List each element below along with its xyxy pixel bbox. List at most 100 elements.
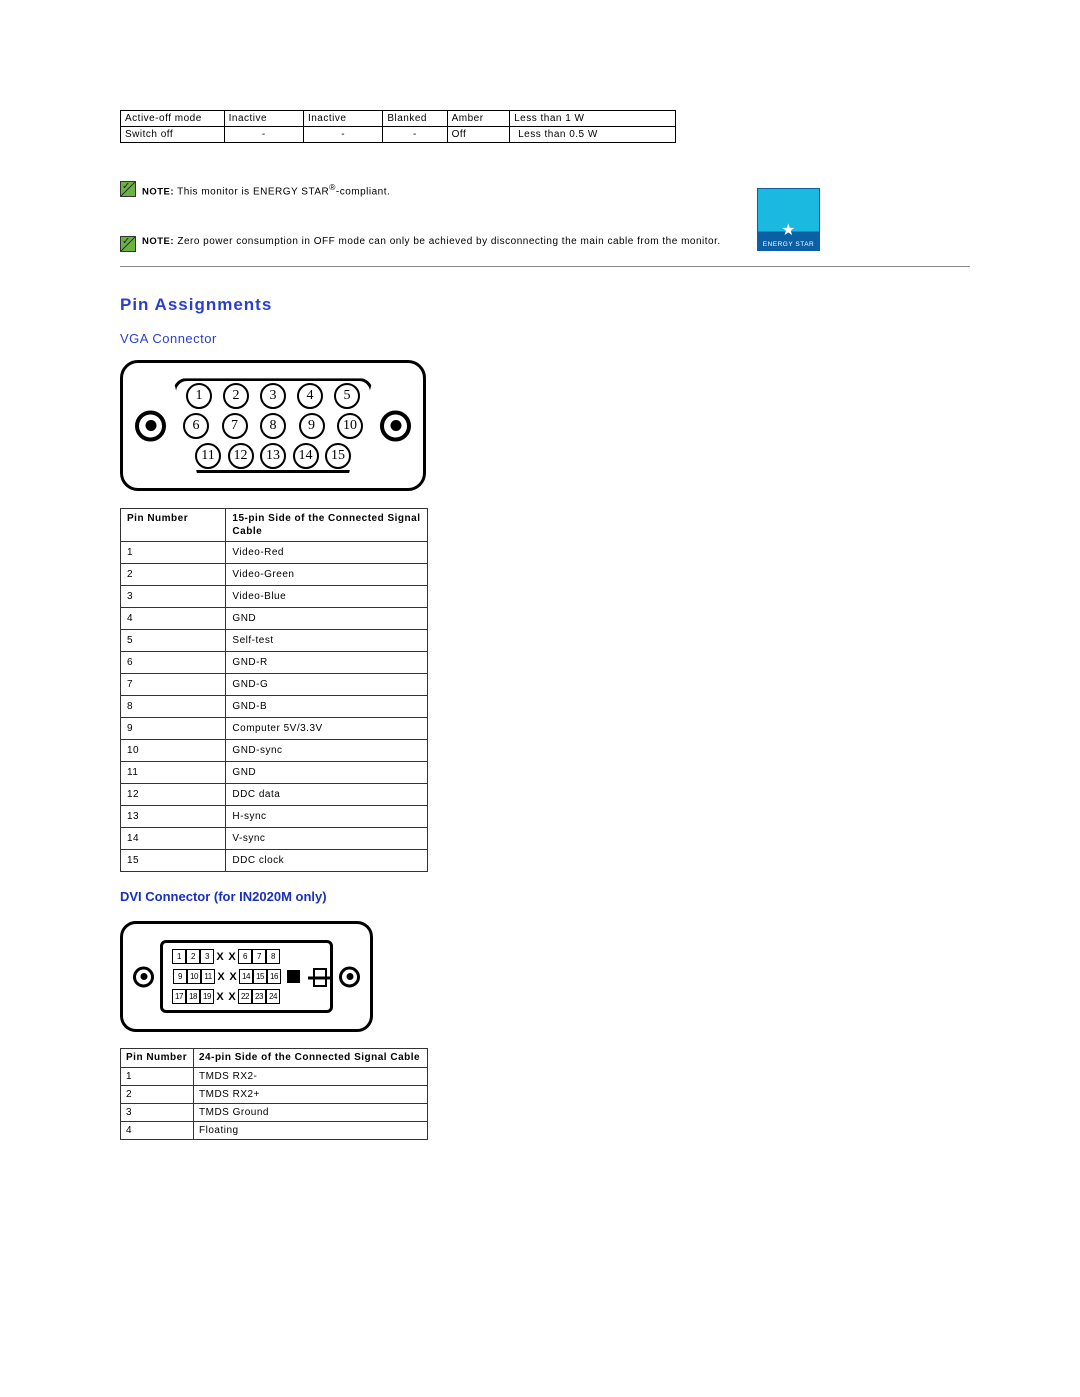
dvi-pin-row: 91011 XX 141516: [173, 969, 300, 984]
power-cell: Active-off mode: [121, 111, 225, 127]
dvi-pin-table: Pin Number 24-pin Side of the Connected …: [120, 1048, 428, 1140]
pin-description: Video-Green: [226, 564, 428, 586]
subtitle-vga-connector: VGA Connector: [120, 331, 970, 346]
pin-description: TMDS RX2+: [194, 1086, 428, 1104]
power-cell: Switch off: [121, 127, 225, 143]
note-energy-star: NOTE: This monitor is ENERGY STAR®-compl…: [120, 181, 970, 198]
dvi-screw-icon: [339, 966, 360, 987]
pin-description: Computer 5V/3.3V: [226, 718, 428, 740]
dvi-connector-diagram: 123 XX 678 91011 XX 141516 171819 XX 222…: [120, 921, 373, 1032]
pin-number: 1: [121, 542, 226, 564]
pin-description: Video-Red: [226, 542, 428, 564]
dvi-pin-row: 171819 XX 222324: [172, 989, 280, 1004]
notes-block: NOTE: This monitor is ENERGY STAR®-compl…: [120, 181, 970, 252]
vga-pin: 6: [183, 413, 209, 439]
vga-pin: 12: [228, 443, 254, 469]
table-row: 3Video-Blue: [121, 586, 428, 608]
table-row: 15DDC clock: [121, 850, 428, 872]
vga-pin: 7: [222, 413, 248, 439]
power-cell: -: [383, 127, 447, 143]
vga-pin: 14: [293, 443, 319, 469]
pin-number: 6: [121, 652, 226, 674]
note-icon: [120, 181, 136, 197]
power-cell: Less than 1 W: [510, 111, 676, 127]
table-row: 2TMDS RX2+: [121, 1086, 428, 1104]
pin-number: 2: [121, 1086, 194, 1104]
section-title-pin-assignments: Pin Assignments: [120, 295, 970, 315]
power-cell: Inactive: [303, 111, 382, 127]
pin-description: GND-sync: [226, 740, 428, 762]
table-row: 1TMDS RX2-: [121, 1068, 428, 1086]
pin-description: TMDS Ground: [194, 1104, 428, 1122]
note-text: NOTE: Zero power consumption in OFF mode…: [142, 236, 721, 248]
table-row: 1Video-Red: [121, 542, 428, 564]
table-row: 12DDC data: [121, 784, 428, 806]
vga-pin: 10: [337, 413, 363, 439]
pin-description: GND-G: [226, 674, 428, 696]
power-cell: Less than 0.5 W: [510, 127, 676, 143]
table-row: 9Computer 5V/3.3V: [121, 718, 428, 740]
table-row: 8GND-B: [121, 696, 428, 718]
pin-number: 4: [121, 608, 226, 630]
pin-number: 3: [121, 1104, 194, 1122]
pin-number: 14: [121, 828, 226, 850]
vga-screw-icon: [380, 410, 411, 441]
table-row: 13H-sync: [121, 806, 428, 828]
vga-screw-icon: [135, 410, 166, 441]
dvi-pin-row: 123 XX 678: [172, 949, 280, 964]
pin-number: 13: [121, 806, 226, 828]
table-row: 3TMDS Ground: [121, 1104, 428, 1122]
table-header: Pin Number: [121, 509, 226, 542]
vga-pin: 4: [297, 383, 323, 409]
vga-pin: 15: [325, 443, 351, 469]
pin-description: GND: [226, 608, 428, 630]
note-zero-power: NOTE: Zero power consumption in OFF mode…: [120, 236, 970, 252]
dvi-blade-icon: [313, 968, 327, 987]
power-cell: Blanked: [383, 111, 447, 127]
pin-description: GND-R: [226, 652, 428, 674]
vga-pin: 9: [299, 413, 325, 439]
pin-description: GND: [226, 762, 428, 784]
dvi-screw-icon: [133, 966, 154, 987]
table-row: 11GND: [121, 762, 428, 784]
pin-description: H-sync: [226, 806, 428, 828]
note-text: NOTE: This monitor is ENERGY STAR®-compl…: [142, 181, 390, 198]
vga-pin: 3: [260, 383, 286, 409]
power-mode-table: Active-off mode Inactive Inactive Blanke…: [120, 110, 676, 143]
table-row: 4GND: [121, 608, 428, 630]
table-row: 14V-sync: [121, 828, 428, 850]
subtitle-dvi-connector: DVI Connector (for IN2020M only): [120, 889, 970, 904]
pin-description: DDC clock: [226, 850, 428, 872]
pin-number: 5: [121, 630, 226, 652]
pin-number: 8: [121, 696, 226, 718]
note-icon: [120, 236, 136, 252]
vga-pin: 5: [334, 383, 360, 409]
table-row: 7GND-G: [121, 674, 428, 696]
vga-pin-table: Pin Number 15-pin Side of the Connected …: [120, 508, 428, 872]
power-cell: -: [303, 127, 382, 143]
pin-number: 10: [121, 740, 226, 762]
power-cell: Inactive: [224, 111, 303, 127]
pin-number: 15: [121, 850, 226, 872]
energy-star-logo: ★ ENERGY STAR: [757, 188, 820, 251]
power-cell: Amber: [447, 111, 509, 127]
dvi-ground-block-icon: [287, 970, 300, 983]
vga-pin: 13: [260, 443, 286, 469]
pin-number: 3: [121, 586, 226, 608]
table-header: 15-pin Side of the Connected Signal Cabl…: [226, 509, 428, 542]
pin-description: GND-B: [226, 696, 428, 718]
pin-description: V-sync: [226, 828, 428, 850]
table-header: Pin Number: [121, 1049, 194, 1068]
pin-number: 2: [121, 564, 226, 586]
table-header: 24-pin Side of the Connected Signal Cabl…: [194, 1049, 428, 1068]
pin-description: Floating: [194, 1122, 428, 1140]
vga-pin: 11: [195, 443, 221, 469]
vga-pin: 2: [223, 383, 249, 409]
pin-description: TMDS RX2-: [194, 1068, 428, 1086]
table-row: 5Self-test: [121, 630, 428, 652]
table-row: 10GND-sync: [121, 740, 428, 762]
pin-number: 9: [121, 718, 226, 740]
vga-pin: 1: [186, 383, 212, 409]
power-cell: -: [224, 127, 303, 143]
table-row: 4Floating: [121, 1122, 428, 1140]
